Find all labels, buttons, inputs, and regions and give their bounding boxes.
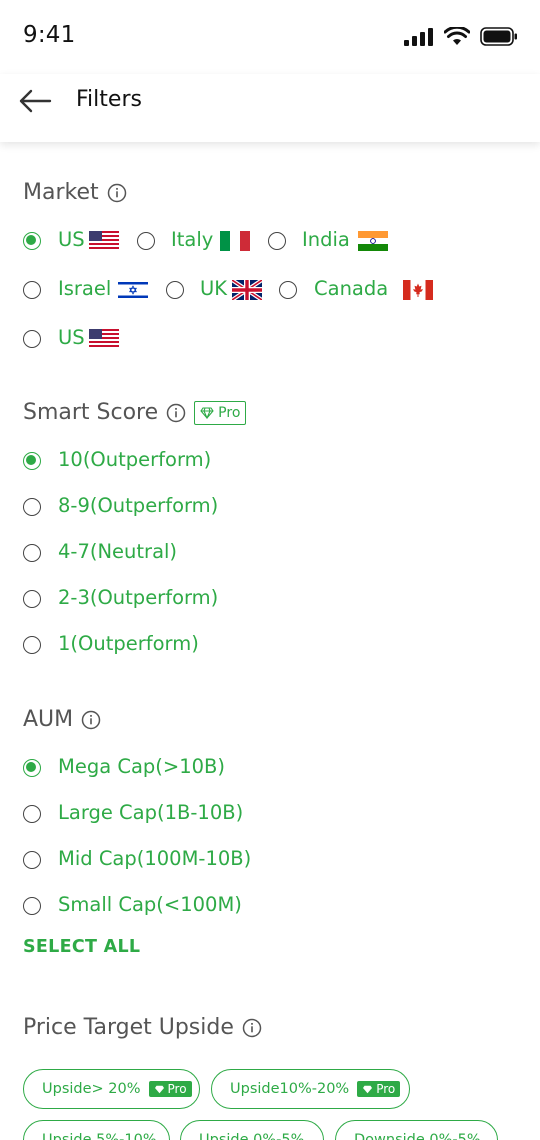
- india-flag-icon: [358, 231, 388, 251]
- smart-score-radio[interactable]: [23, 452, 41, 470]
- market-option-label[interactable]: US: [58, 326, 85, 349]
- aum-radio[interactable]: [23, 897, 41, 915]
- diamond-icon: [363, 1085, 373, 1093]
- aum-option-label[interactable]: Large Cap(1B-10B): [58, 801, 243, 824]
- price-target-section-title: Price Target Upside: [23, 1015, 262, 1040]
- market-option-label[interactable]: UK: [200, 277, 227, 300]
- info-icon[interactable]: [81, 710, 101, 730]
- smart-score-title: Smart Score: [23, 400, 159, 425]
- us-flag-icon: [89, 231, 119, 251]
- aum-radio[interactable]: [23, 851, 41, 869]
- diamond-icon: [200, 406, 214, 419]
- market-option-label[interactable]: Italy: [171, 228, 213, 251]
- market-option-label[interactable]: Israel: [58, 277, 111, 300]
- aum-option-label[interactable]: Mid Cap(100M-10B): [58, 847, 251, 870]
- smart-score-option-label[interactable]: 10(Outperform): [58, 448, 211, 471]
- chip-label: Upside10%-20%: [230, 1081, 350, 1097]
- battery-icon: [480, 27, 517, 46]
- diamond-icon: [154, 1085, 164, 1093]
- info-icon[interactable]: [166, 403, 186, 423]
- market-radio-canada[interactable]: [279, 281, 297, 299]
- pro-badge-label: Pro: [218, 404, 241, 421]
- status-icons: [404, 27, 518, 46]
- market-radio-us[interactable]: [23, 232, 41, 250]
- smart-score-radio[interactable]: [23, 544, 41, 562]
- select-all-button[interactable]: SELECT ALL: [23, 937, 140, 957]
- market-radio-us-2[interactable]: [23, 330, 41, 348]
- upside-10-20-chip[interactable]: Upside10%-20% Pro: [211, 1069, 410, 1109]
- status-bar: 9:41: [0, 0, 540, 74]
- wifi-icon: [444, 27, 470, 45]
- upside-20-chip[interactable]: Upside> 20% Pro: [23, 1069, 200, 1109]
- signal-icon: [404, 27, 433, 46]
- chip-label: Upside 0%-5%: [199, 1132, 305, 1140]
- page-title: Filters: [76, 87, 142, 112]
- market-radio-israel[interactable]: [23, 281, 41, 299]
- smart-score-option-label[interactable]: 8-9(Outperform): [58, 494, 218, 517]
- aum-option-label[interactable]: Mega Cap(>10B): [58, 755, 225, 778]
- pro-badge: Pro: [357, 1081, 401, 1097]
- smart-score-radio[interactable]: [23, 636, 41, 654]
- info-icon[interactable]: [107, 183, 127, 203]
- aum-radio[interactable]: [23, 759, 41, 777]
- back-arrow-icon: [19, 89, 52, 113]
- back-button[interactable]: [18, 86, 58, 116]
- chip-label: Downside 0%-5%: [354, 1132, 481, 1140]
- smart-score-option-label[interactable]: 1(Outperform): [58, 632, 199, 655]
- chip-label: Upside> 20%: [42, 1081, 141, 1097]
- smart-score-section-title: Smart Score Pro: [23, 400, 247, 425]
- aum-title: AUM: [23, 707, 74, 732]
- smart-score-option-label[interactable]: 4-7(Neutral): [58, 540, 177, 563]
- smart-score-option-label[interactable]: 2-3(Outperform): [58, 586, 218, 609]
- upside-5-10-chip[interactable]: Upside 5%-10%: [23, 1120, 170, 1140]
- smart-score-radio[interactable]: [23, 590, 41, 608]
- chip-label: Upside 5%-10%: [42, 1132, 157, 1140]
- us-flag-icon: [89, 329, 119, 349]
- pro-badge-label: Pro: [167, 1082, 187, 1096]
- market-title: Market: [23, 180, 99, 205]
- aum-radio[interactable]: [23, 805, 41, 823]
- aum-option-label[interactable]: Small Cap(<100M): [58, 893, 242, 916]
- upside-0-5-chip[interactable]: Upside 0%-5%: [180, 1120, 324, 1140]
- market-option-label[interactable]: India: [302, 228, 350, 251]
- app-header: Filters: [0, 74, 540, 142]
- smart-score-radio[interactable]: [23, 498, 41, 516]
- pro-badge: Pro: [194, 400, 247, 425]
- pro-badge-label: Pro: [376, 1082, 396, 1096]
- canada-flag-icon: [403, 280, 433, 300]
- market-section-title: Market: [23, 180, 127, 205]
- downside-0-5-chip[interactable]: Downside 0%-5%: [335, 1120, 498, 1140]
- info-icon[interactable]: [242, 1018, 262, 1038]
- uk-flag-icon: [232, 280, 262, 300]
- market-radio-uk[interactable]: [166, 281, 184, 299]
- status-time: 9:41: [23, 22, 76, 48]
- price-target-title: Price Target Upside: [23, 1015, 234, 1040]
- market-radio-india[interactable]: [268, 232, 286, 250]
- market-option-label[interactable]: US: [58, 228, 85, 251]
- israel-flag-icon: [118, 280, 148, 300]
- pro-badge: Pro: [148, 1081, 192, 1097]
- market-option-label[interactable]: Canada: [314, 277, 388, 300]
- market-radio-italy[interactable]: [137, 232, 155, 250]
- aum-section-title: AUM: [23, 707, 101, 732]
- italy-flag-icon: [220, 231, 250, 251]
